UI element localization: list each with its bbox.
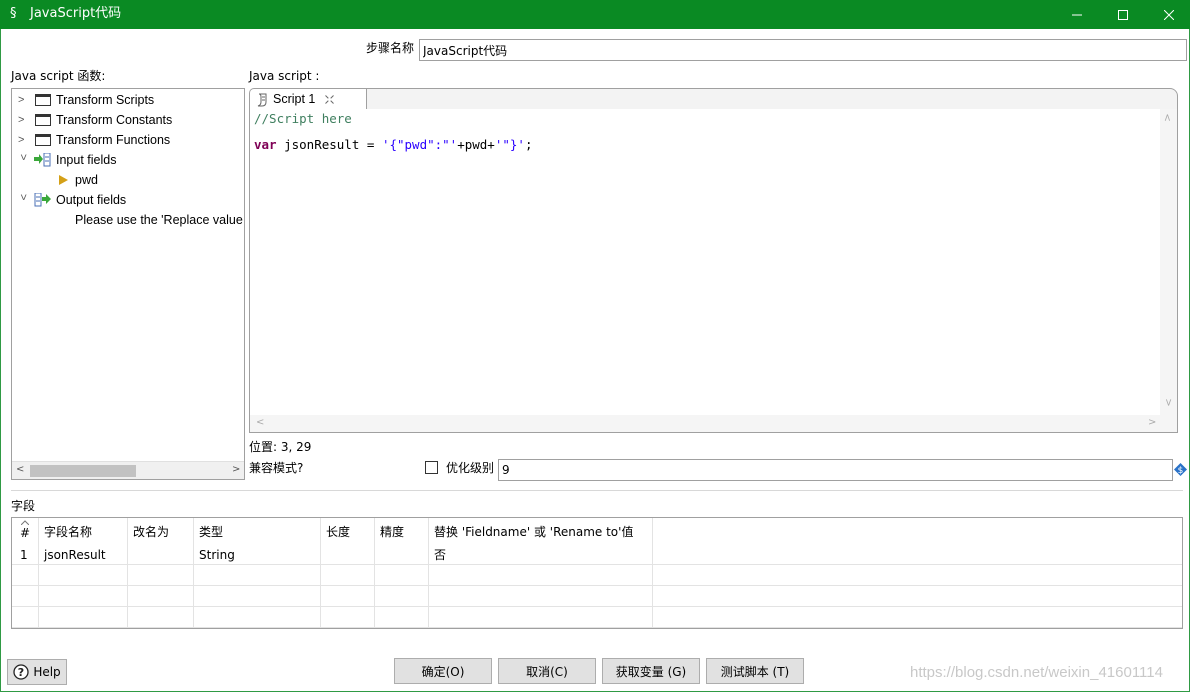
maximize-icon <box>1118 9 1128 20</box>
output-fields-icon <box>34 193 51 207</box>
scroll-left-icon[interactable]: < <box>16 464 24 475</box>
folder-icon <box>35 94 51 106</box>
tree-item-label: pwd <box>75 173 98 187</box>
tab-script-1-label: Script 1 <box>273 92 316 106</box>
column-header-rename[interactable]: 改名为 <box>133 525 169 539</box>
cell-replace[interactable]: 否 <box>434 548 446 562</box>
tree-item-label: Output fields <box>56 193 127 207</box>
variable-icon[interactable]: $ <box>1174 463 1187 476</box>
editor-vertical-scrollbar[interactable]: > > <box>1160 109 1177 416</box>
tree-item-transform-scripts[interactable]: > Transform Scripts <box>12 90 244 110</box>
fields-table[interactable]: # 字段名称 改名为 类型 长度 精度 替换 'Fieldname' 或 'Re… <box>11 517 1183 629</box>
code-string: '{"pwd":"' <box>381 137 458 152</box>
editor-horizontal-scrollbar[interactable]: < > <box>250 415 1177 432</box>
close-tab-icon[interactable] <box>325 95 334 104</box>
cancel-button[interactable]: 取消(C) <box>498 658 596 684</box>
sort-up-icon[interactable] <box>21 520 29 525</box>
help-button-label: Help <box>33 665 61 679</box>
tree-item-label: Transform Scripts <box>56 93 155 107</box>
folder-icon <box>35 114 51 126</box>
tree-item-transform-constants[interactable]: > Transform Constants <box>12 110 244 130</box>
row-number: 1 <box>20 548 28 562</box>
close-icon <box>1164 9 1174 20</box>
step-name-label: 步骤名称 <box>366 41 415 55</box>
step-name-input[interactable] <box>419 39 1187 61</box>
functions-tree[interactable]: > Transform Scripts > Transform Constant… <box>11 88 245 480</box>
test-script-button[interactable]: 测试脚本 (T) <box>706 658 804 684</box>
tab-script-1[interactable]: Script 1 <box>249 88 367 110</box>
help-button[interactable]: ? Help <box>7 659 67 685</box>
separator <box>11 490 1183 491</box>
script-label: Java script : <box>249 69 320 83</box>
window-border <box>0 29 1 692</box>
window-titlebar: § JavaScript代码 <box>0 0 1190 29</box>
code-string: '"}' <box>494 137 525 152</box>
scroll-up-icon[interactable]: > <box>1163 113 1174 121</box>
code-text: jsonResult = <box>276 137 382 152</box>
folder-icon <box>35 134 51 146</box>
maximize-button[interactable] <box>1100 0 1146 29</box>
svg-text:$: $ <box>1178 466 1184 476</box>
tree-item-input-fields[interactable]: > Input fields <box>12 150 244 170</box>
tree-item-pwd[interactable]: pwd <box>12 170 244 190</box>
tree-item-transform-functions[interactable]: > Transform Functions <box>12 130 244 150</box>
optimize-checkbox[interactable] <box>425 461 438 474</box>
column-header-type[interactable]: 类型 <box>199 525 223 539</box>
cell-type[interactable]: String <box>199 548 235 562</box>
chevron-down-icon[interactable]: > <box>13 154 33 166</box>
tree-item-label: Transform Constants <box>56 113 173 127</box>
column-header-number[interactable]: # <box>20 526 30 540</box>
scrollbar-thumb[interactable] <box>30 465 136 477</box>
svg-text:?: ? <box>18 666 24 679</box>
help-icon: ? <box>13 664 29 680</box>
compat-mode-label: 兼容模式? <box>249 461 304 475</box>
column-header-precision[interactable]: 精度 <box>380 525 404 539</box>
ok-button[interactable]: 确定(O) <box>394 658 492 684</box>
code-text: +pwd+ <box>457 137 495 152</box>
field-arrow-icon <box>59 175 68 185</box>
code-text: ; <box>524 137 533 152</box>
column-header-length[interactable]: 长度 <box>326 525 350 539</box>
code-keyword: var <box>254 137 277 152</box>
tree-item-output-fields[interactable]: > Output fields <box>12 190 244 210</box>
code-line-1: //Script here <box>254 111 352 126</box>
tabbar-background <box>367 88 1178 110</box>
tree-item-label: Please use the 'Replace value <box>75 213 243 227</box>
tree-item-label: Transform Functions <box>56 133 171 147</box>
column-header-replace[interactable]: 替换 'Fieldname' 或 'Rename to'值 <box>434 525 633 539</box>
minimize-button[interactable] <box>1054 0 1100 29</box>
chevron-down-icon[interactable]: > <box>13 194 33 206</box>
fields-section-label: 字段 <box>11 499 36 513</box>
minimize-icon <box>1072 14 1082 15</box>
scroll-left-icon[interactable]: < <box>256 417 264 428</box>
cell-field-name[interactable]: jsonResult <box>44 548 106 562</box>
tree-item-label: Input fields <box>56 153 117 167</box>
input-fields-icon <box>34 153 51 167</box>
optimize-level-label: 优化级别 <box>446 461 495 475</box>
tree-item-output-note[interactable]: Please use the 'Replace value <box>12 210 244 230</box>
functions-label: Java script 函数: <box>11 69 106 83</box>
tree-horizontal-scrollbar[interactable]: < > <box>12 461 244 479</box>
watermark: https://blog.csdn.net/weixin_41601114 <box>910 664 1163 681</box>
code-line-3: var jsonResult = '{"pwd":"'+pwd+'"}'; <box>254 137 532 152</box>
close-button[interactable] <box>1146 0 1190 29</box>
cursor-position: 位置: 3, 29 <box>249 440 312 454</box>
chevron-right-icon[interactable]: > <box>18 130 30 150</box>
scroll-right-icon[interactable]: > <box>232 464 240 475</box>
window-title: JavaScript代码 <box>30 6 122 21</box>
optimize-level-input[interactable] <box>498 459 1173 481</box>
script-icon <box>257 93 267 107</box>
column-header-field-name[interactable]: 字段名称 <box>44 525 92 539</box>
scroll-right-icon[interactable]: > <box>1148 417 1156 428</box>
get-variables-button[interactable]: 获取变量 (G) <box>602 658 700 684</box>
scroll-down-icon[interactable]: > <box>1163 398 1174 406</box>
javascript-icon: § <box>10 6 17 21</box>
script-tabbar: Script 1 <box>249 88 1178 110</box>
chevron-right-icon[interactable]: > <box>18 90 30 110</box>
script-editor[interactable]: //Script here var jsonResult = '{"pwd":"… <box>249 109 1178 433</box>
chevron-right-icon[interactable]: > <box>18 110 30 130</box>
